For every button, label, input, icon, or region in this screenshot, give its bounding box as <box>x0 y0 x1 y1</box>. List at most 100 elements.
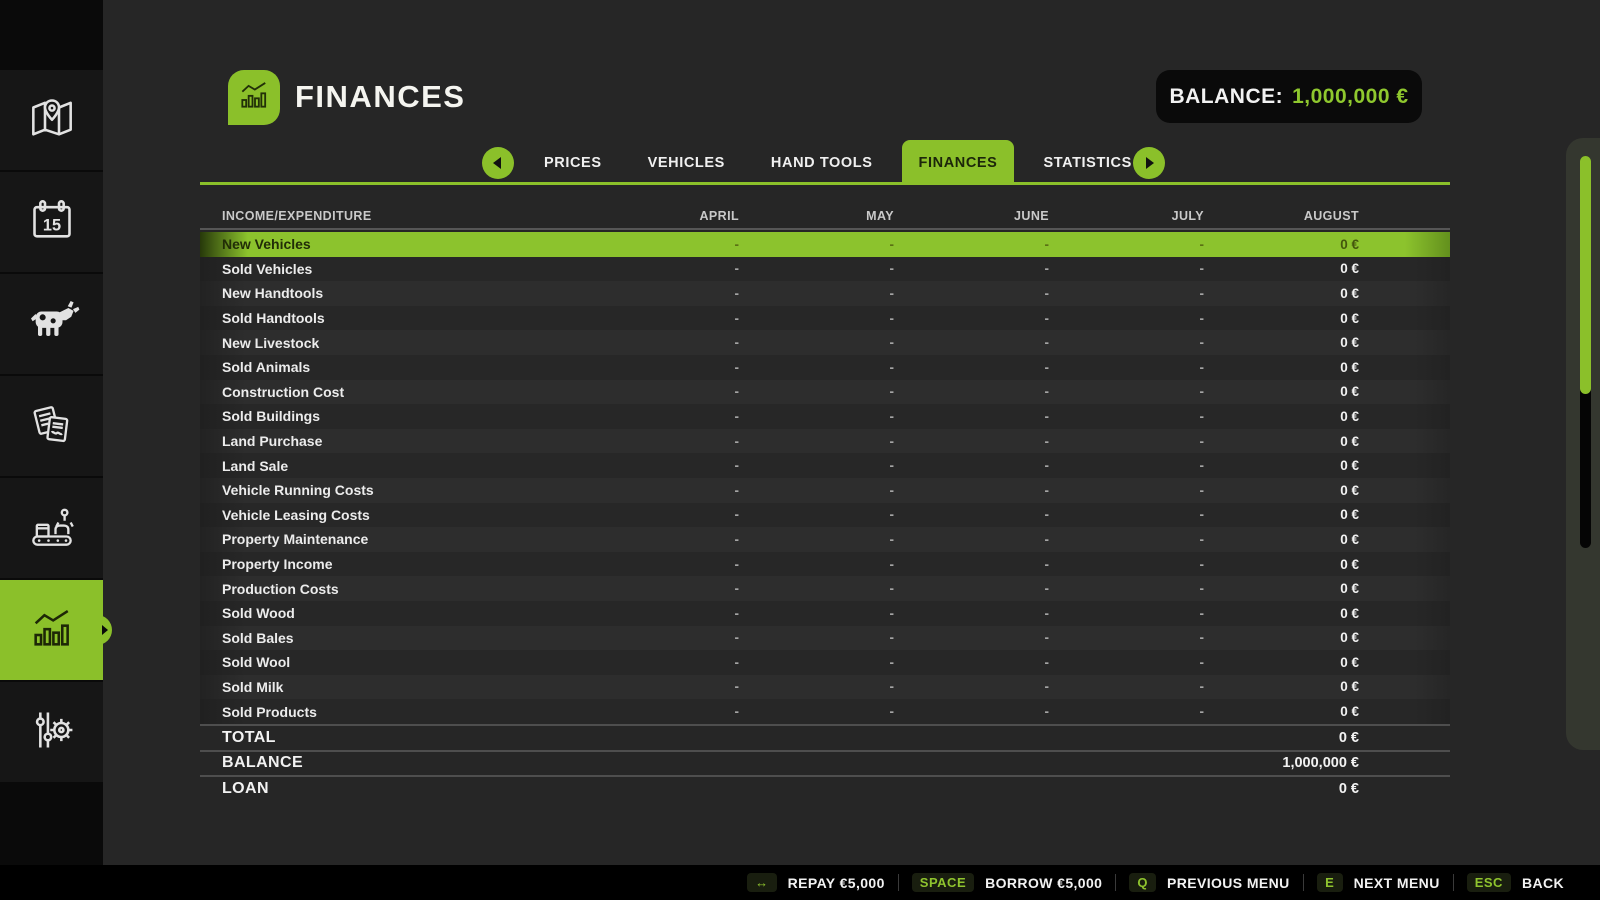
row-value: - <box>584 286 739 301</box>
row-value: 0 € <box>1204 286 1359 301</box>
row-value: - <box>894 557 1049 572</box>
table-row[interactable]: Sold Handtools----0 € <box>200 306 1450 331</box>
row-value: - <box>1049 261 1204 276</box>
column-header: AUGUST <box>1204 209 1359 223</box>
table-row[interactable]: Vehicle Leasing Costs----0 € <box>200 503 1450 528</box>
table-row[interactable]: Vehicle Running Costs----0 € <box>200 478 1450 503</box>
column-header: MAY <box>739 209 894 223</box>
arrow-right-icon <box>1146 157 1154 169</box>
row-value: - <box>584 409 739 424</box>
row-label: New Livestock <box>200 335 584 351</box>
tab-prices[interactable]: PRICES <box>527 147 619 179</box>
row-value: - <box>894 630 1049 645</box>
balance-badge: BALANCE: 1,000,000 € <box>1156 70 1422 123</box>
table-row[interactable]: Sold Animals----0 € <box>200 355 1450 380</box>
sidebar-item-finances[interactable] <box>0 580 103 680</box>
row-value: - <box>1049 532 1204 547</box>
table-row[interactable]: New Livestock----0 € <box>200 330 1450 355</box>
row-value: 0 € <box>1204 679 1359 694</box>
sidebar-item-map[interactable] <box>0 70 103 170</box>
row-value: - <box>894 409 1049 424</box>
tab-finances[interactable]: FINANCES <box>902 140 1015 185</box>
table-row[interactable]: Land Sale----0 € <box>200 453 1450 478</box>
row-label: Sold Bales <box>200 630 584 646</box>
row-label: Sold Vehicles <box>200 261 584 277</box>
table-row[interactable]: Sold Products----0 € <box>200 699 1450 724</box>
table-row[interactable]: Sold Vehicles----0 € <box>200 257 1450 282</box>
row-value: - <box>894 458 1049 473</box>
keybind-hint-next-menu[interactable]: ENEXT MENU <box>1317 873 1440 892</box>
scrollbar <box>1566 138 1600 750</box>
row-value: - <box>894 335 1049 350</box>
table-row[interactable]: Land Purchase----0 € <box>200 429 1450 454</box>
keycap: ESC <box>1467 873 1511 892</box>
page-title: FINANCES <box>295 79 465 115</box>
tab-statistics[interactable]: STATISTICS <box>1026 147 1148 179</box>
table-row[interactable]: Sold Bales----0 € <box>200 626 1450 651</box>
row-label: Sold Animals <box>200 359 584 375</box>
row-label: Sold Wool <box>200 654 584 670</box>
keybind-hint-borrow-5-000[interactable]: SPACEBORROW €5,000 <box>912 873 1103 892</box>
table-row[interactable]: New Vehicles----0 € <box>200 232 1450 257</box>
row-value: - <box>584 237 739 252</box>
row-value: - <box>584 360 739 375</box>
row-label: Land Purchase <box>200 433 584 449</box>
row-value: - <box>739 311 894 326</box>
row-label: Construction Cost <box>200 384 584 400</box>
row-value: 0 € <box>1204 458 1359 473</box>
tabs-prev-button[interactable] <box>482 147 514 179</box>
row-value: - <box>894 581 1049 596</box>
scrollbar-thumb[interactable] <box>1580 156 1591 394</box>
row-value: 0 € <box>1204 311 1359 326</box>
row-value: 0 € <box>1204 532 1359 547</box>
scrollbar-track[interactable] <box>1580 156 1591 548</box>
row-value: - <box>739 704 894 719</box>
sidebar-item-contracts[interactable] <box>0 376 103 476</box>
table-row[interactable]: Sold Milk----0 € <box>200 675 1450 700</box>
row-value: - <box>584 532 739 547</box>
summary-value: 0 € <box>1204 781 1359 797</box>
table-row[interactable]: Sold Wool----0 € <box>200 650 1450 675</box>
table-row[interactable]: Property Maintenance----0 € <box>200 527 1450 552</box>
row-value: - <box>584 335 739 350</box>
table-row[interactable]: Sold Wood----0 € <box>200 601 1450 626</box>
row-value: - <box>1049 606 1204 621</box>
table-row[interactable]: Property Income----0 € <box>200 552 1450 577</box>
table-row[interactable]: Sold Buildings----0 € <box>200 404 1450 429</box>
summary-row-balance: BALANCE1,000,000 € <box>200 752 1450 776</box>
sidebar-item-animals[interactable] <box>0 274 103 374</box>
keybind-hint-repay-5-000[interactable]: ↔REPAY €5,000 <box>747 873 885 892</box>
finances-screen: 15 FINANCES BALANCE: 1,000,000 € PRICES V… <box>0 0 1600 900</box>
row-value: - <box>1049 507 1204 522</box>
row-value: - <box>1049 581 1204 596</box>
table-row[interactable]: Construction Cost----0 € <box>200 380 1450 405</box>
row-value: - <box>739 286 894 301</box>
tab-hand-tools[interactable]: HAND TOOLS <box>754 147 890 179</box>
row-value: - <box>1049 360 1204 375</box>
row-value: - <box>584 557 739 572</box>
table-row[interactable]: Production Costs----0 € <box>200 576 1450 601</box>
sidebar-item-calendar[interactable]: 15 <box>0 172 103 272</box>
row-value: - <box>894 384 1049 399</box>
tab-vehicles[interactable]: VEHICLES <box>631 147 742 179</box>
bar-chart-icon <box>234 75 274 120</box>
row-value: 0 € <box>1204 557 1359 572</box>
tabs-next-button[interactable] <box>1133 147 1165 179</box>
sidebar-item-settings[interactable] <box>0 682 103 782</box>
row-value: - <box>1049 384 1204 399</box>
sidebar: 15 <box>0 0 103 865</box>
row-value: - <box>1049 237 1204 252</box>
sidebar-item-production[interactable] <box>0 478 103 578</box>
row-value: 0 € <box>1204 507 1359 522</box>
row-value: - <box>894 507 1049 522</box>
summary-row-total: TOTAL0 € <box>200 726 1450 750</box>
row-label: Sold Buildings <box>200 408 584 424</box>
row-value: 0 € <box>1204 384 1359 399</box>
keybind-hint-previous-menu[interactable]: QPREVIOUS MENU <box>1129 873 1289 892</box>
row-value: 0 € <box>1204 581 1359 596</box>
finances-page-icon <box>228 70 280 125</box>
table-row[interactable]: New Handtools----0 € <box>200 281 1450 306</box>
hint-label: BORROW €5,000 <box>985 875 1102 891</box>
keybind-hint-back[interactable]: ESCBACK <box>1467 873 1564 892</box>
row-value: - <box>1049 630 1204 645</box>
